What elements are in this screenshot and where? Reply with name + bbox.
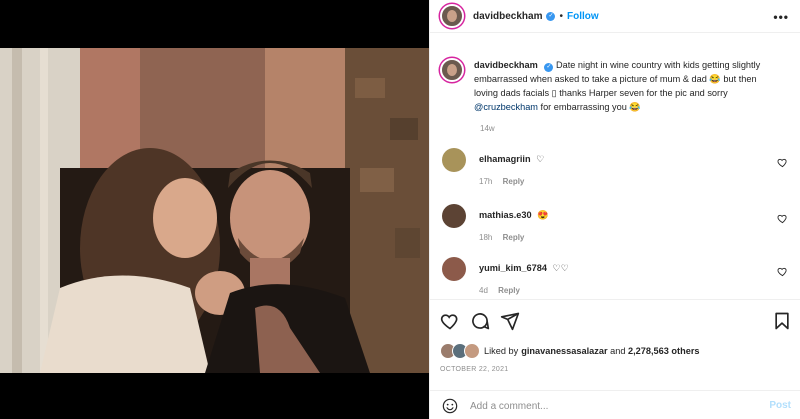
comment-body: 😍 bbox=[537, 210, 549, 220]
caption-username[interactable]: davidbeckham bbox=[474, 60, 538, 70]
comment-username[interactable]: mathias.e30 bbox=[479, 210, 532, 220]
comment-like-heart-icon[interactable] bbox=[777, 157, 788, 168]
comment-time: 17h bbox=[479, 177, 493, 186]
reply-button[interactable]: Reply bbox=[503, 177, 525, 186]
likes-count-link[interactable]: 2,278,563 others bbox=[628, 346, 700, 356]
comment-icon[interactable] bbox=[470, 311, 490, 331]
likes-middle: and bbox=[607, 346, 628, 356]
follow-button[interactable]: Follow bbox=[567, 11, 599, 22]
likes-prefix: Liked by bbox=[484, 346, 519, 356]
comment-body: ♡ bbox=[536, 154, 545, 164]
comment-avatar[interactable] bbox=[442, 148, 466, 172]
likes-summary: Liked by ginavanessasalazar and 2,278,56… bbox=[440, 343, 700, 359]
share-icon[interactable] bbox=[500, 311, 520, 331]
comment-username[interactable]: elhamagriin bbox=[479, 154, 531, 164]
liked-avatars bbox=[440, 343, 484, 359]
comment-item: elhamagriin ♡ 17h Reply bbox=[440, 148, 790, 188]
caption-avatar[interactable] bbox=[440, 58, 464, 82]
comment-body: ♡♡ bbox=[552, 263, 569, 273]
comment-meta: 17h Reply bbox=[479, 177, 524, 186]
caption-mention-link[interactable]: @cruzbeckham bbox=[474, 102, 538, 112]
comment-text: yumi_kim_6784 ♡♡ bbox=[479, 263, 569, 274]
reply-button[interactable]: Reply bbox=[503, 233, 525, 242]
more-options-icon[interactable]: ••• bbox=[773, 10, 789, 24]
comment-meta: 18h Reply bbox=[479, 233, 524, 242]
comment-username[interactable]: yumi_kim_6784 bbox=[479, 263, 547, 273]
post-date: OCTOBER 22, 2021 bbox=[440, 366, 509, 373]
post-actions: Liked by ginavanessasalazar and 2,278,56… bbox=[430, 299, 800, 419]
header-username[interactable]: davidbeckham bbox=[473, 11, 542, 22]
comment-avatar[interactable] bbox=[442, 257, 466, 281]
comment-item: yumi_kim_6784 ♡♡ 4d Reply bbox=[440, 257, 790, 297]
heart-icon[interactable] bbox=[440, 311, 460, 331]
post-photo[interactable] bbox=[0, 48, 429, 373]
comment-time: 18h bbox=[479, 233, 493, 242]
emoji-icon[interactable] bbox=[442, 398, 458, 414]
liker-avatar bbox=[464, 343, 480, 359]
caption-text: davidbeckham ✓ Date night in wine countr… bbox=[474, 58, 764, 114]
comment-like-heart-icon[interactable] bbox=[777, 213, 788, 224]
action-bar bbox=[440, 311, 792, 331]
comment-like-heart-icon[interactable] bbox=[777, 266, 788, 277]
reply-button[interactable]: Reply bbox=[498, 286, 520, 295]
add-comment-input[interactable] bbox=[470, 397, 730, 415]
comment-text: elhamagriin ♡ bbox=[479, 154, 544, 165]
bookmark-icon[interactable] bbox=[772, 311, 792, 331]
separator-dot: • bbox=[559, 10, 563, 22]
comment-text: mathias.e30 😍 bbox=[479, 210, 549, 221]
verified-badge-icon: ✓ bbox=[546, 11, 556, 21]
avatar[interactable] bbox=[440, 4, 464, 28]
likes-user-link[interactable]: ginavanessasalazar bbox=[521, 346, 607, 356]
comment-time: 4d bbox=[479, 286, 488, 295]
comment-meta: 4d Reply bbox=[479, 286, 520, 295]
post-photo-image bbox=[0, 48, 429, 373]
comment-item: mathias.e30 😍 18h Reply bbox=[440, 204, 790, 244]
post-comment-button[interactable]: Post bbox=[769, 400, 791, 411]
comments-list: davidbeckham ✓ Date night in wine countr… bbox=[430, 34, 800, 299]
add-comment-bar: Post bbox=[430, 390, 800, 419]
caption-timestamp: 14w bbox=[480, 124, 495, 133]
post-details-panel: davidbeckham ✓ • Follow ••• davidbeckham… bbox=[429, 0, 800, 419]
post-header: davidbeckham ✓ • Follow ••• bbox=[430, 0, 800, 33]
comment-avatar[interactable] bbox=[442, 204, 466, 228]
media-panel bbox=[0, 0, 429, 419]
caption-body-end: for embarrassing you 😂 bbox=[537, 102, 641, 112]
caption-verified-icon: ✓ bbox=[544, 63, 554, 72]
caption: davidbeckham ✓ Date night in wine countr… bbox=[440, 58, 791, 114]
